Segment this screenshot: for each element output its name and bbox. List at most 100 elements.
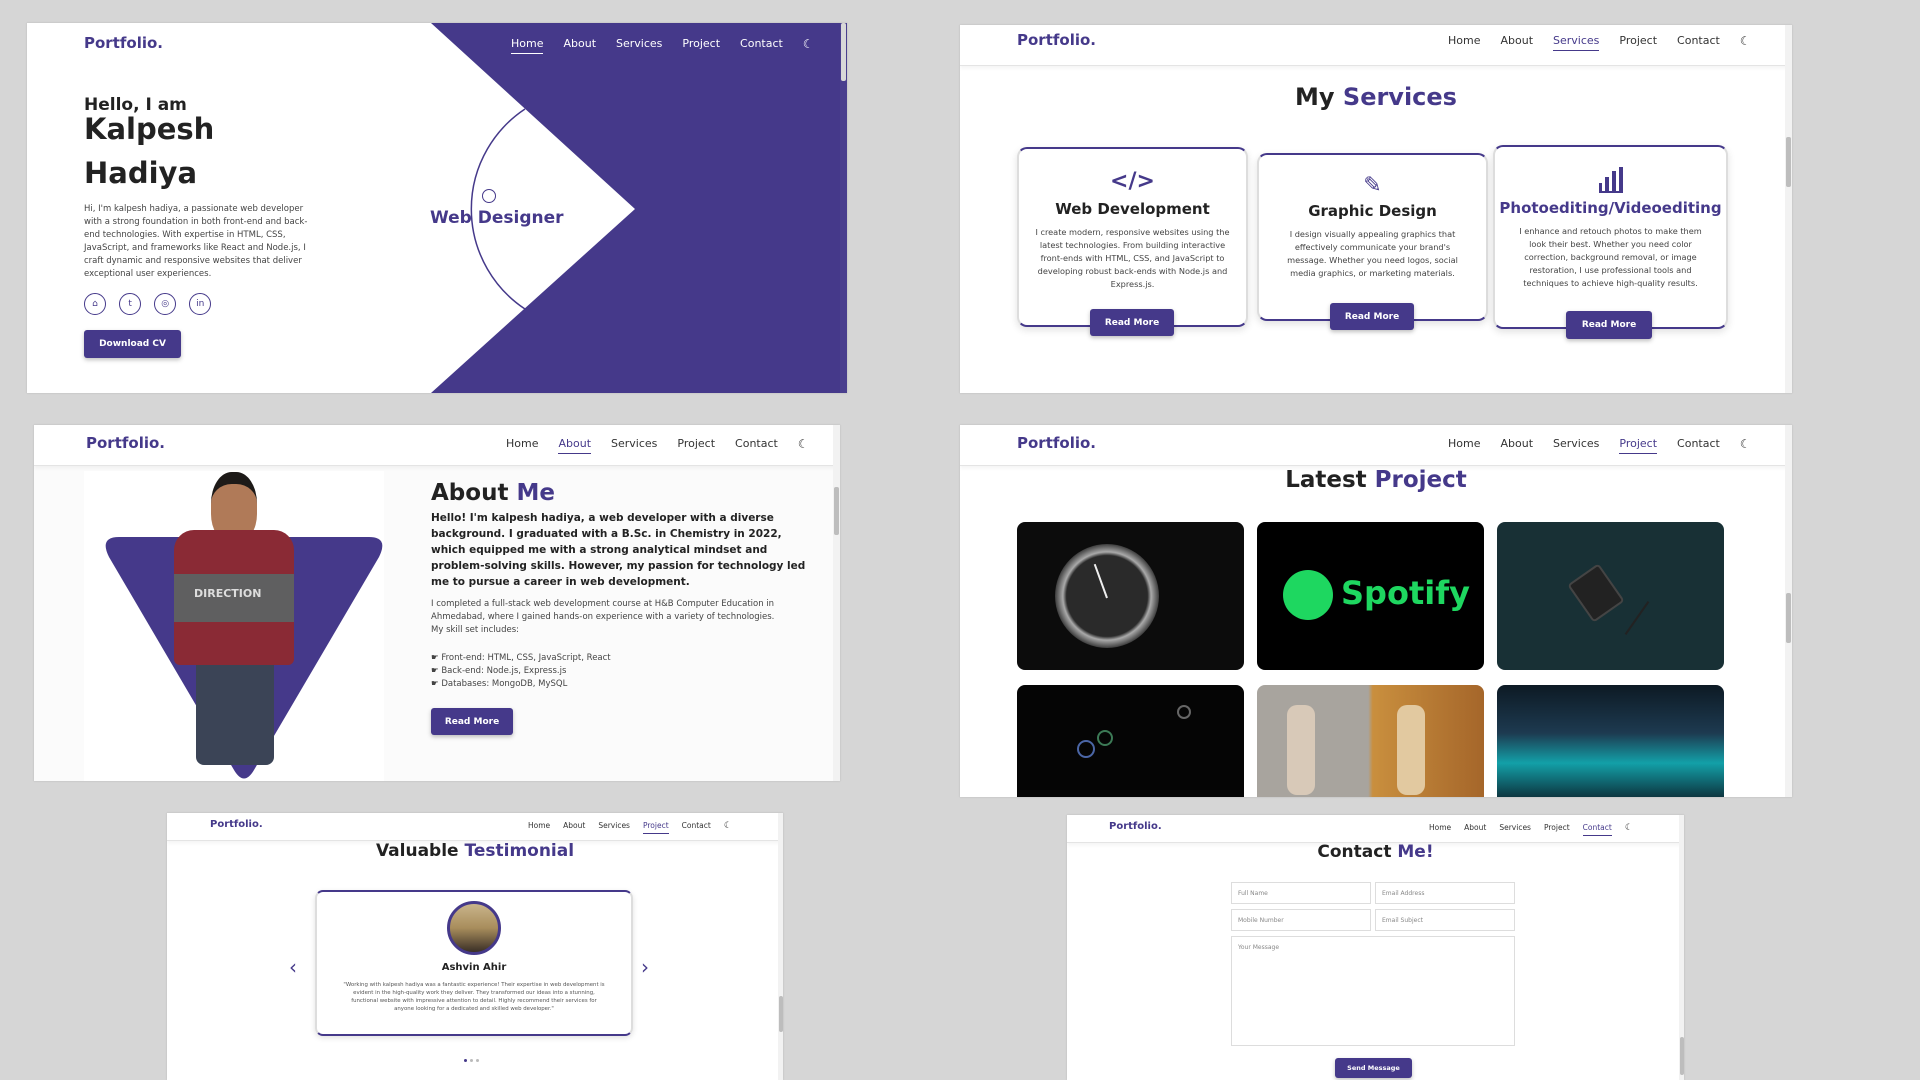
read-more-button[interactable]: Read More bbox=[1330, 303, 1414, 330]
service-desc: I design visually appealing graphics tha… bbox=[1287, 229, 1458, 278]
shirt-text: DIRECTION bbox=[194, 587, 262, 600]
project-card-calculator[interactable] bbox=[1497, 522, 1724, 670]
nav-project[interactable]: Project bbox=[1544, 823, 1570, 836]
nav-project[interactable]: Project bbox=[1619, 34, 1657, 51]
nav-about[interactable]: About bbox=[558, 437, 592, 454]
read-more-button[interactable]: Read More bbox=[431, 708, 513, 735]
scrollbar[interactable] bbox=[1785, 25, 1792, 393]
contact-heading: Contact Me! bbox=[1317, 842, 1434, 862]
chevron-right-icon[interactable]: › bbox=[641, 955, 649, 979]
navbar: Portfolio. Home About Services Project C… bbox=[1067, 815, 1684, 843]
instagram-icon[interactable]: ◎ bbox=[154, 293, 177, 315]
nav-home[interactable]: Home bbox=[1448, 437, 1480, 454]
nav-contact[interactable]: Contact bbox=[740, 37, 783, 54]
testimonial-quote: "Working with kalpesh hadiya was a fanta… bbox=[343, 982, 605, 1012]
project-card-spotify[interactable]: Spotify bbox=[1257, 522, 1484, 670]
contact-panel: Portfolio. Home About Services Project C… bbox=[1067, 815, 1684, 1080]
moon-icon[interactable]: ☾ bbox=[1740, 34, 1751, 51]
moon-icon[interactable]: ☾ bbox=[1740, 437, 1751, 454]
nav-services[interactable]: Services bbox=[598, 821, 630, 834]
download-cv-button[interactable]: Download CV bbox=[84, 330, 181, 358]
scrollbar[interactable] bbox=[778, 813, 783, 1080]
main-nav: Home About Services Project Contact ☾ bbox=[1448, 437, 1751, 454]
service-title: Graphic Design bbox=[1308, 202, 1437, 220]
nav-contact[interactable]: Contact bbox=[1677, 437, 1720, 454]
read-more-button[interactable]: Read More bbox=[1566, 311, 1652, 339]
logo[interactable]: Portfolio. bbox=[1109, 821, 1162, 832]
nav-home[interactable]: Home bbox=[511, 37, 544, 54]
logo[interactable]: Portfolio. bbox=[1017, 31, 1096, 49]
email-field[interactable]: Email Address bbox=[1375, 882, 1515, 904]
mobile-field[interactable]: Mobile Number bbox=[1231, 909, 1371, 931]
logo[interactable]: Portfolio. bbox=[1017, 434, 1096, 452]
moon-icon[interactable]: ☾ bbox=[798, 437, 809, 454]
service-card-photo: Photoediting/Videoediting I enhance and … bbox=[1493, 145, 1728, 339]
nav-about[interactable]: About bbox=[1500, 34, 1533, 51]
github-icon[interactable]: ⌂ bbox=[84, 293, 106, 315]
testimonial-heading: Valuable Testimonial bbox=[375, 841, 575, 861]
testimonial-name: Ashvin Ahir bbox=[441, 962, 507, 973]
nav-project[interactable]: Project bbox=[682, 37, 720, 54]
nav-about[interactable]: About bbox=[563, 37, 596, 54]
nav-services[interactable]: Services bbox=[616, 37, 662, 54]
project-card-video-edit[interactable] bbox=[1497, 685, 1724, 797]
send-message-button[interactable]: Send Message bbox=[1335, 1058, 1412, 1078]
nav-contact[interactable]: Contact bbox=[1582, 823, 1612, 836]
main-nav: Home About Services Project Contact ☾ bbox=[506, 437, 809, 454]
nav-project[interactable]: Project bbox=[677, 437, 715, 454]
full-name-field[interactable]: Full Name bbox=[1231, 882, 1371, 904]
service-title: Web Development bbox=[1055, 200, 1210, 218]
nav-services[interactable]: Services bbox=[611, 437, 657, 454]
hero-last-name: Hadiya bbox=[84, 156, 198, 190]
logo[interactable]: Portfolio. bbox=[86, 434, 165, 452]
nav-contact[interactable]: Contact bbox=[1677, 34, 1720, 51]
nav-services[interactable]: Services bbox=[1553, 437, 1599, 454]
service-card-web: </> Web Development I create modern, res… bbox=[1017, 147, 1248, 336]
carousel-dots[interactable] bbox=[464, 1059, 479, 1062]
nav-home[interactable]: Home bbox=[1448, 34, 1480, 51]
nav-about[interactable]: About bbox=[563, 821, 585, 834]
nav-contact[interactable]: Contact bbox=[735, 437, 778, 454]
chevron-left-icon[interactable]: ‹ bbox=[289, 955, 297, 979]
project-card-photo-edit[interactable] bbox=[1257, 685, 1484, 797]
testimonial-panel: Portfolio. Home About Services Project C… bbox=[167, 813, 783, 1080]
nav-project[interactable]: Project bbox=[1619, 437, 1658, 454]
nav-services[interactable]: Services bbox=[1553, 34, 1600, 51]
nav-about[interactable]: About bbox=[1464, 823, 1486, 836]
navbar: Portfolio. Home About Services Project C… bbox=[960, 25, 1792, 66]
message-field[interactable]: Your Message bbox=[1231, 936, 1515, 1046]
hero-bio: Hi, I'm kalpesh hadiya, a passionate web… bbox=[84, 204, 308, 279]
scrollbar[interactable] bbox=[1785, 425, 1792, 797]
code-icon: </> bbox=[1110, 169, 1155, 194]
moon-icon[interactable]: ☾ bbox=[1625, 823, 1633, 836]
moon-icon[interactable]: ☾ bbox=[803, 37, 814, 54]
navbar: Portfolio. Home About Services Project C… bbox=[960, 425, 1792, 466]
palette-icon bbox=[482, 189, 496, 203]
nav-project[interactable]: Project bbox=[642, 821, 669, 834]
scrollbar[interactable] bbox=[1679, 815, 1684, 1080]
scrollbar[interactable] bbox=[833, 425, 840, 781]
moon-icon[interactable]: ☾ bbox=[724, 821, 732, 834]
service-title: Photoediting/Videoediting bbox=[1499, 199, 1722, 217]
subject-field[interactable]: Email Subject bbox=[1375, 909, 1515, 931]
brush-icon: ✎ bbox=[1363, 173, 1382, 198]
nav-contact[interactable]: Contact bbox=[682, 821, 711, 834]
read-more-button[interactable]: Read More bbox=[1090, 309, 1174, 336]
nav-home[interactable]: Home bbox=[1429, 823, 1451, 836]
nav-services[interactable]: Services bbox=[1499, 823, 1531, 836]
hero-first-name: Kalpesh bbox=[84, 112, 215, 146]
project-card-bubbles[interactable] bbox=[1017, 685, 1244, 797]
logo[interactable]: Portfolio. bbox=[210, 819, 263, 830]
project-card-watch[interactable] bbox=[1017, 522, 1244, 670]
nav-home[interactable]: Home bbox=[528, 821, 550, 834]
nav-home[interactable]: Home bbox=[506, 437, 538, 454]
twitter-icon[interactable]: t bbox=[119, 293, 142, 315]
linkedin-icon[interactable]: in bbox=[189, 293, 212, 315]
avatar bbox=[447, 901, 501, 955]
services-heading: My Services bbox=[1295, 83, 1457, 111]
scrollbar[interactable] bbox=[840, 23, 847, 393]
logo[interactable]: Portfolio. bbox=[84, 34, 163, 52]
service-desc: I enhance and retouch photos to make the… bbox=[1519, 226, 1702, 288]
nav-about[interactable]: About bbox=[1500, 437, 1533, 454]
about-paragraph: I completed a full-stack web development… bbox=[431, 599, 775, 635]
